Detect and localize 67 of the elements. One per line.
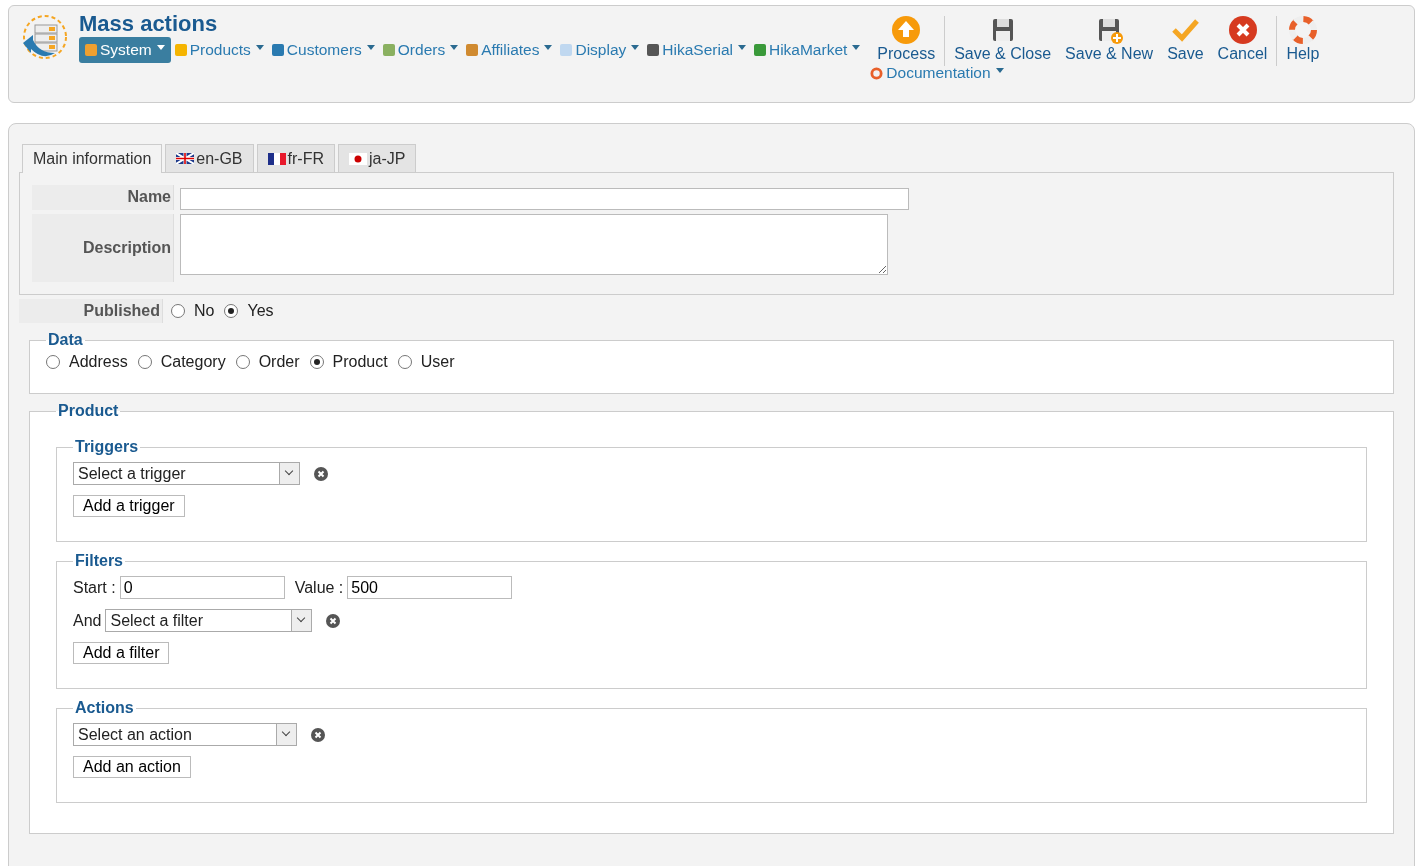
lifebuoy-icon <box>1287 15 1318 45</box>
add-trigger-button[interactable]: Add a trigger <box>73 495 185 517</box>
field-label: Published <box>19 299 163 323</box>
flag-icon <box>348 152 367 165</box>
menu-item[interactable]: System <box>79 37 171 63</box>
toolbar-button[interactable]: Help <box>1279 11 1327 63</box>
radio-option[interactable]: Yes <box>224 302 274 320</box>
radio-button[interactable] <box>397 355 412 369</box>
radio-option[interactable]: No <box>171 302 215 320</box>
field-label: Description <box>32 214 174 282</box>
group-title: Data <box>47 331 84 349</box>
value-field[interactable]: 500 <box>347 576 513 599</box>
toolbar-button[interactable]: Cancel <box>1210 11 1275 63</box>
remove-icon[interactable] <box>311 727 325 742</box>
field-label: Value : <box>294 578 344 597</box>
description-field[interactable] <box>180 214 888 275</box>
remove-icon[interactable] <box>326 613 341 628</box>
radio-button[interactable] <box>224 304 239 318</box>
radio-button[interactable] <box>235 355 250 369</box>
field-label: Name <box>32 185 174 210</box>
chevron-down-icon <box>276 724 296 745</box>
radio-button[interactable] <box>137 355 152 369</box>
group-title: Filters <box>74 552 124 570</box>
toolbar-button[interactable]: Save & New <box>1058 11 1161 63</box>
menu-item[interactable]: Products <box>172 37 268 63</box>
page-title: Mass actions <box>79 11 219 37</box>
tab[interactable]: en-GB <box>165 144 254 172</box>
start-field[interactable]: 0 <box>119 576 285 599</box>
menu-item[interactable]: HikaSerial <box>645 37 750 63</box>
tab[interactable]: fr-FR <box>256 144 335 172</box>
group-title: Triggers <box>74 438 140 456</box>
chevron-down-icon <box>279 463 299 484</box>
tab[interactable]: Main information <box>22 144 163 173</box>
menu-item[interactable]: Affiliates <box>464 37 557 63</box>
field-label: Start : <box>73 578 116 597</box>
toolbar-button[interactable]: Save & Close <box>947 11 1059 63</box>
radio-option[interactable]: Address <box>46 353 128 371</box>
name-field[interactable] <box>180 188 909 210</box>
dropdown[interactable]: Select a trigger <box>73 462 300 485</box>
menu-item[interactable]: Documentation <box>870 60 1008 86</box>
dropdown[interactable]: Select an action <box>73 723 297 746</box>
menu-item[interactable]: Customers <box>269 37 379 63</box>
remove-icon[interactable] <box>314 466 328 481</box>
toolbar-button[interactable]: Process <box>870 11 943 63</box>
chevron-down-icon <box>291 610 312 631</box>
menu-item[interactable]: Display <box>558 37 644 63</box>
flag-icon <box>176 153 195 164</box>
tab[interactable]: ja-JP <box>337 144 417 172</box>
radio-button[interactable] <box>171 304 185 318</box>
menu-item[interactable]: Orders <box>380 37 463 63</box>
radio-option[interactable]: User <box>397 353 455 371</box>
radio-button[interactable] <box>309 355 324 369</box>
radio-option[interactable]: Category <box>137 353 226 371</box>
radio-option[interactable]: Product <box>309 353 388 371</box>
add-action-button[interactable]: Add an action <box>73 756 191 778</box>
dropdown[interactable]: Select a filter <box>105 609 313 632</box>
radio-option[interactable]: Order <box>235 353 300 371</box>
field-label: And <box>73 611 102 630</box>
add-filter-button[interactable]: Add a filter <box>73 642 170 664</box>
group-title: Product <box>57 402 120 420</box>
lifebuoy-icon <box>870 66 884 80</box>
menu-item[interactable]: HikaMarket <box>751 37 865 63</box>
cancel-icon <box>1227 15 1258 45</box>
toolbar-button[interactable]: Save <box>1160 11 1211 63</box>
group-title: Actions <box>74 699 135 717</box>
flag-icon <box>267 152 286 165</box>
radio-button[interactable] <box>46 355 60 369</box>
